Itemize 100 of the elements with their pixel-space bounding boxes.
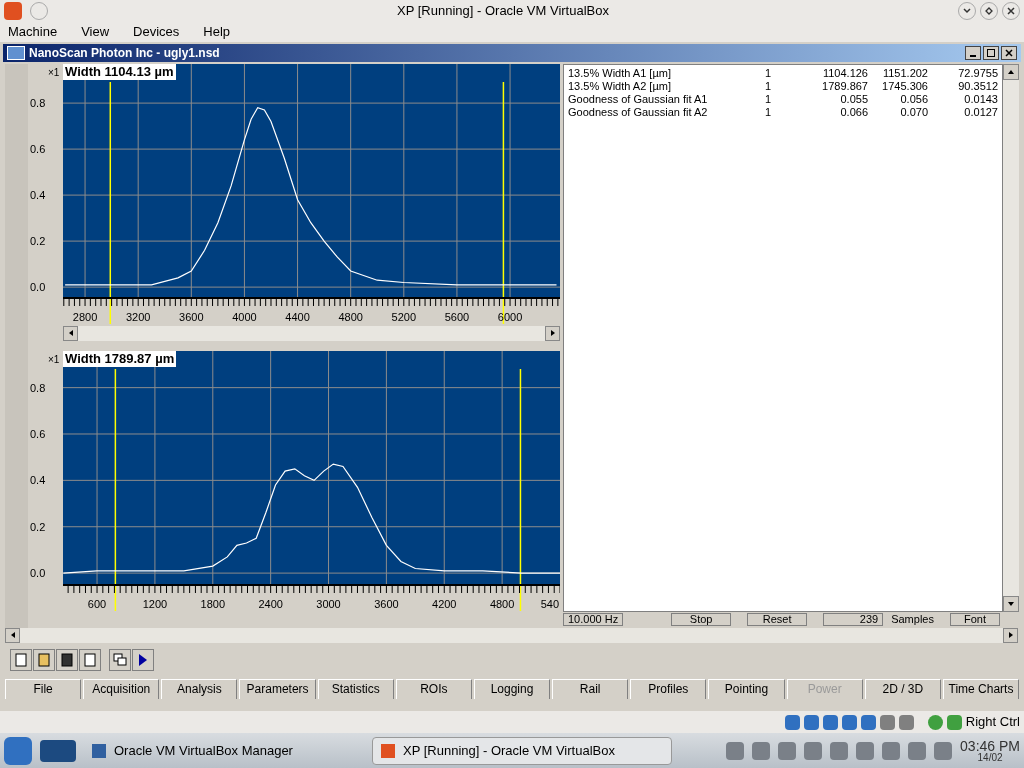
play-icon[interactable]: [132, 648, 154, 671]
table-cell-text: 1: [763, 105, 773, 119]
cursor-line[interactable]: [114, 368, 117, 612]
maximize-button[interactable]: [983, 45, 999, 60]
menu-item[interactable]: Help: [203, 22, 231, 42]
scroll-right-button[interactable]: [1003, 627, 1018, 643]
window-icon: [92, 743, 106, 758]
scroll-up-button[interactable]: [1003, 63, 1019, 80]
x-tick-label: 2800: [72, 310, 98, 323]
table-cell-text: 1104.126: [821, 66, 868, 80]
horizontal-scrollbar[interactable]: [5, 627, 1018, 643]
table-cell-text: 13.5% Width A1 [µm]: [568, 66, 672, 80]
clock-date[interactable]: 14/02: [977, 752, 1003, 763]
cursor-line[interactable]: [519, 368, 522, 612]
x-tick-label: 5200: [391, 310, 417, 323]
y-tick-label: 0.8: [30, 97, 46, 109]
vertical-scrollbar[interactable]: [1003, 63, 1019, 612]
samples-count: 239: [823, 613, 884, 627]
y-tick-label: 0.0: [30, 567, 46, 579]
cursor-line[interactable]: [109, 81, 112, 325]
table-cell-text: 1: [763, 92, 773, 106]
tab[interactable]: Acquisition: [83, 678, 160, 699]
table-cell-text: 0.0143: [963, 92, 998, 106]
x-tick-label: 600: [87, 597, 107, 610]
x-tick-label: 1200: [142, 597, 168, 610]
tab[interactable]: Time Charts: [942, 678, 1020, 699]
tab[interactable]: Parameters: [239, 678, 316, 699]
table-cell-text: 0.055: [839, 92, 868, 106]
x-tick-label: 4200: [432, 597, 457, 610]
y-tick-label: 0.2: [30, 520, 46, 533]
x-tick-label: 4000: [232, 310, 257, 323]
tab[interactable]: ROIs: [395, 678, 472, 699]
arrow-icon: [67, 329, 74, 338]
x-tick-label: 540: [540, 597, 559, 610]
x-tick-label: 5600: [444, 310, 470, 323]
clock-time[interactable]: 03:46 PM: [960, 738, 1020, 753]
x-tick-label: 3200: [125, 310, 151, 323]
taskbar-task[interactable]: XP [Running] - Oracle VM VirtualBox: [372, 736, 672, 765]
table-cell-text: 1745.306: [881, 79, 928, 93]
width-readout: Width 1104.13 µm: [63, 63, 176, 80]
close-button[interactable]: [1001, 45, 1017, 60]
host-key-label: Right Ctrl: [965, 713, 1020, 732]
table-cell-text: 1: [763, 66, 773, 80]
tab[interactable]: Pointing: [708, 678, 785, 699]
scale-label: ×1: [48, 353, 60, 365]
table-cell-text: 0.0127: [963, 105, 998, 119]
y-tick-label: 0.4: [30, 189, 46, 201]
reset-button[interactable]: Reset: [747, 613, 808, 627]
x-tick-label: 4800: [489, 597, 515, 610]
close-icon: [1005, 48, 1013, 57]
y-tick-label: 0.6: [30, 427, 46, 440]
tab[interactable]: Statistics: [317, 678, 394, 699]
app-logo-icon[interactable]: [4, 1, 22, 20]
x-tick-label: 2400: [258, 597, 283, 610]
table-cell-text: 0.066: [839, 105, 868, 119]
window-icon: [381, 743, 395, 758]
arrow-icon: [549, 329, 556, 338]
tab[interactable]: Logging: [473, 678, 551, 699]
y-tick-label: 0.8: [30, 381, 46, 394]
x-tick-label: 3600: [179, 310, 204, 323]
arrow-icon: [1007, 68, 1015, 75]
scale-label: ×1: [48, 66, 60, 78]
minimize-button[interactable]: [965, 45, 981, 60]
arrow-icon: [9, 631, 16, 640]
minimize-icon: [970, 54, 976, 57]
x-tick-label: 3000: [316, 597, 341, 610]
window-title: XP [Running] - Oracle VM VirtualBox: [396, 2, 610, 21]
samples-label: Samples: [891, 614, 934, 626]
tab[interactable]: Rail: [552, 678, 629, 699]
rate-field[interactable]: 10.000 Hz: [563, 613, 624, 627]
table-cell-text: Goodness of Gaussian fit A1: [568, 92, 709, 106]
x-tick-label: 4400: [285, 310, 310, 323]
tab[interactable]: File: [5, 678, 82, 699]
table-cell-text: 0.070: [899, 105, 928, 119]
table-cell-text: 72.9755: [957, 66, 998, 80]
table-cell-text: 1: [763, 79, 773, 93]
tab[interactable]: Profiles: [630, 678, 707, 699]
table-cell-text: 0.056: [899, 92, 928, 106]
table-cell-text: 1151.202: [881, 66, 928, 80]
windows-icon[interactable]: [109, 648, 131, 671]
y-tick-label: 0.6: [30, 143, 46, 155]
y-tick-label: 0.0: [30, 281, 46, 293]
tab[interactable]: 2D / 3D: [864, 678, 941, 699]
table-cell-text: 90.3512: [957, 79, 998, 93]
arrow-icon: [1007, 600, 1015, 607]
scroll-down-button[interactable]: [1003, 595, 1019, 612]
app-icon: [7, 45, 25, 60]
font-button[interactable]: Font: [949, 613, 1000, 627]
y-tick-label: 0.2: [30, 235, 46, 247]
x-tick-label: 3600: [374, 597, 399, 610]
x-tick-label: 4800: [338, 310, 363, 323]
stop-button[interactable]: Stop: [671, 613, 732, 627]
table-cell-text: 13.5% Width A2 [µm]: [568, 79, 672, 93]
table-cell-text: Goodness of Gaussian fit A2: [568, 105, 709, 119]
menu-item[interactable]: Machine: [8, 22, 58, 42]
taskbar-task[interactable]: Oracle VM VirtualBox Manager: [84, 736, 364, 765]
tab[interactable]: Analysis: [161, 678, 238, 699]
menu-item[interactable]: Devices: [133, 22, 180, 42]
app-title: NanoScan Photon Inc - ugly1.nsd: [29, 44, 221, 62]
menu-item[interactable]: View: [81, 22, 110, 42]
